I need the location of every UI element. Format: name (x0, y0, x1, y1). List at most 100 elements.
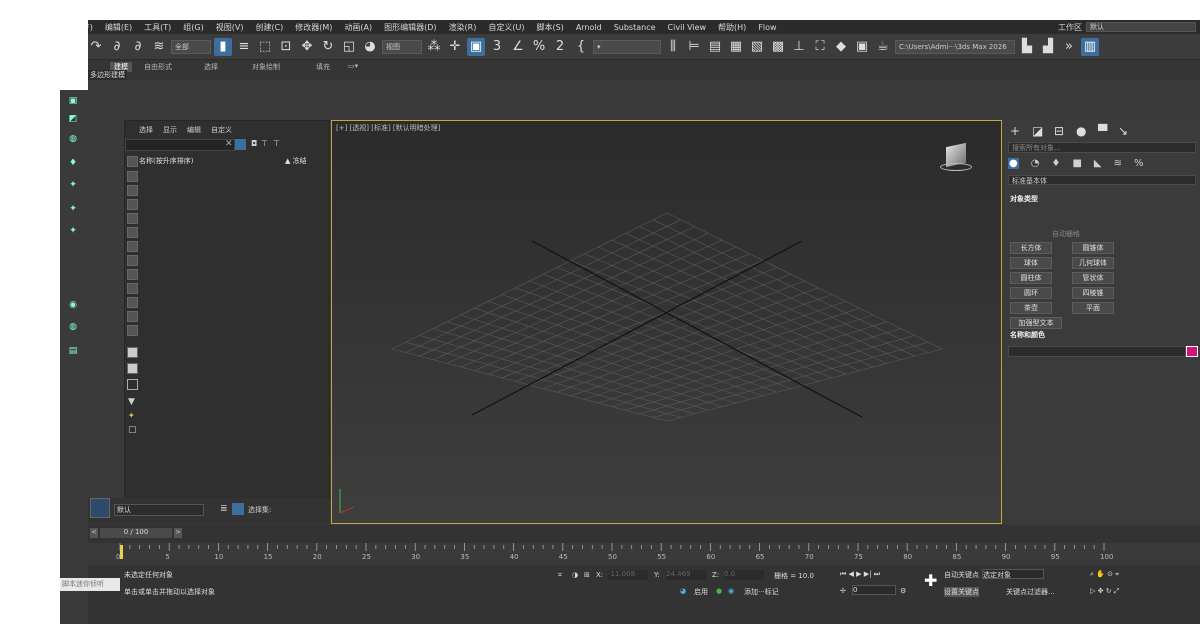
menu-civil-view[interactable]: Civil View (662, 23, 713, 32)
time-tag-icon[interactable]: ◉ (728, 587, 734, 595)
tube-button[interactable]: 管状体 (1072, 272, 1114, 284)
select-by-name-icon[interactable]: ≡ (235, 38, 253, 56)
torus-button[interactable]: 圆环 (1010, 287, 1052, 299)
named-selection-dropdown[interactable]: ▾ (593, 39, 661, 54)
selection-filter-dropdown[interactable]: 全部 (171, 39, 211, 54)
explorer-menu-select[interactable]: 选择 (139, 125, 153, 135)
display-all-toggle-icon[interactable] (127, 347, 138, 358)
material-icon[interactable]: ◍ (64, 322, 82, 336)
menu-edit[interactable]: 编辑(E) (99, 22, 138, 33)
place-icon[interactable]: ◕ (361, 38, 379, 56)
display-helpers-icon[interactable] (127, 227, 138, 238)
selection-set-label[interactable]: 选择集: (248, 505, 271, 515)
scale-icon[interactable]: ◱ (340, 38, 358, 56)
current-frame-field[interactable]: 0 (852, 585, 896, 595)
display-all-icon[interactable] (127, 156, 138, 167)
menu-scripting[interactable]: 脚本(S) (530, 22, 569, 33)
display-frozen-icon[interactable] (127, 311, 138, 322)
command-panel-toggle-icon[interactable]: ▥ (1081, 37, 1099, 56)
menu-substance[interactable]: Substance (608, 23, 662, 32)
motion-tab-icon[interactable]: ● (1076, 124, 1086, 138)
display-cameras-icon[interactable] (127, 213, 138, 224)
spinner-snap-icon[interactable]: 2 (551, 38, 569, 56)
folder-icon[interactable]: ▢ (128, 425, 137, 435)
explorer-search-input[interactable] (125, 139, 235, 151)
explorer-menu-customize[interactable]: 自定义 (211, 125, 232, 135)
menu-group[interactable]: 组(G) (177, 22, 209, 33)
teapot-button[interactable]: 茶壶 (1010, 302, 1052, 314)
viewport-nav-icons[interactable]: ⌕ ✋ ⊙ ⌖ (1090, 570, 1119, 579)
adaptive-degradation-icon[interactable]: ◕ (680, 587, 686, 595)
create-tab-icon[interactable]: + (1010, 124, 1020, 138)
workspace-dropdown[interactable]: 默认 (1086, 22, 1196, 32)
search-all-objects-input[interactable]: 搜索所有对象... (1008, 142, 1196, 153)
menu-flow[interactable]: Flow (752, 23, 782, 32)
utilities-tab-icon[interactable]: ↘ (1118, 124, 1128, 138)
explorer-menu-display[interactable]: 显示 (163, 125, 177, 135)
menu-views[interactable]: 视图(V) (210, 22, 250, 33)
key-selection-dropdown[interactable]: 选定对象 (982, 569, 1044, 579)
reference-coord-dropdown[interactable]: 视图 (382, 39, 422, 54)
unlink-icon[interactable]: ∂ (129, 38, 147, 56)
bind-spacewarp-icon[interactable]: ≋ (150, 38, 168, 56)
textplus-button[interactable]: 加强型文本 (1010, 317, 1062, 329)
menu-help[interactable]: 帮助(H) (712, 22, 752, 33)
tab-populate[interactable]: 填充 (316, 62, 330, 72)
helpers-category-icon[interactable]: ◣ (1094, 158, 1102, 169)
explorer-mode-icon[interactable] (90, 498, 110, 518)
lock-icon[interactable]: ◘ (251, 139, 257, 148)
ribbon-polygon-modeling[interactable]: 多边形建模 (88, 70, 127, 80)
project-path-dropdown[interactable]: C:\Users\Admi···\3ds Max 2026 (895, 39, 1015, 54)
cylinder-button[interactable]: 圆柱体 (1010, 272, 1052, 284)
sphere-button[interactable]: 球体 (1010, 257, 1052, 269)
set-key-button[interactable]: 设置关键点 (944, 587, 979, 597)
link-icon[interactable]: ∂ (108, 38, 126, 56)
menu-modifiers[interactable]: 修改器(M) (289, 22, 338, 33)
col-name-header[interactable]: 名称(按升序排序) (139, 156, 193, 166)
layer-dropdown[interactable]: 默认 (114, 504, 204, 516)
display-none-icon[interactable] (127, 363, 138, 374)
menu-arnold[interactable]: Arnold (570, 23, 608, 32)
render-icon[interactable]: ◉ (64, 300, 82, 314)
key-mode-icon[interactable]: ✢ (840, 587, 846, 595)
cameras-category-icon[interactable]: ■ (1072, 158, 1081, 169)
current-frame-marker[interactable] (120, 545, 123, 559)
window-crossing-icon[interactable]: ⊡ (277, 38, 295, 56)
display-geometry-icon[interactable] (127, 171, 138, 182)
geosphere-button[interactable]: 几何球体 (1072, 257, 1114, 269)
mirror-icon[interactable]: ⫼ (664, 38, 682, 56)
plan-icon[interactable]: ✦ (64, 204, 82, 218)
object-type-rollout[interactable]: 对象类型 (1010, 194, 1038, 204)
light-icon[interactable]: ♦ (64, 158, 82, 172)
select-object-icon[interactable]: ▮ (214, 37, 232, 56)
menu-rendering[interactable]: 渲染(R) (443, 22, 483, 33)
more-icon[interactable]: » (1060, 38, 1078, 56)
tab-freeform[interactable]: 自由形式 (144, 62, 172, 72)
object-color-swatch[interactable] (1186, 346, 1198, 357)
menu-animation[interactable]: 动画(A) (338, 22, 378, 33)
display-containers-icon[interactable] (127, 297, 138, 308)
render-icon[interactable]: ▣ (853, 38, 871, 56)
scene-explorer-icon[interactable]: ▦ (727, 38, 745, 56)
enabled-label[interactable]: 启用 (694, 587, 708, 597)
viewport-layout-icon[interactable]: ▣ (64, 96, 82, 110)
display-invert-icon[interactable] (127, 379, 138, 390)
y-coord-field[interactable]: 24.469 (666, 570, 706, 580)
perspective-viewport[interactable]: [+] [透视] [标准] [默认明暗处理] (331, 120, 1002, 524)
autokey-button[interactable]: 自动关键点 (944, 570, 979, 580)
keyboard-shortcut-icon[interactable]: ▣ (467, 37, 485, 56)
display-spacewarps-icon[interactable] (127, 241, 138, 252)
safe-frame-icon[interactable]: ▤ (64, 346, 82, 360)
tab-selection[interactable]: 选择 (204, 62, 218, 72)
tab-object-paint[interactable]: 对象绘制 (252, 62, 280, 72)
track-bar[interactable]: 0 5 10 15 20 25 30 35 40 45 50 55 60 65 70 75 80 85 90 95 10… (88, 543, 1200, 565)
curve-editor-icon[interactable]: ▧ (748, 38, 766, 56)
proc-icon[interactable]: ✦ (64, 180, 82, 194)
box-button[interactable]: 长方体 (1010, 242, 1052, 254)
edit-named-sets-icon[interactable]: { (572, 38, 590, 56)
lights-category-icon[interactable]: ♦ (1051, 158, 1060, 169)
menu-create[interactable]: 创建(C) (249, 22, 289, 33)
angle-snap-icon[interactable]: ∠ (509, 38, 527, 56)
display-groups-icon[interactable] (127, 255, 138, 266)
shapes-category-icon[interactable]: ◔ (1031, 158, 1040, 169)
